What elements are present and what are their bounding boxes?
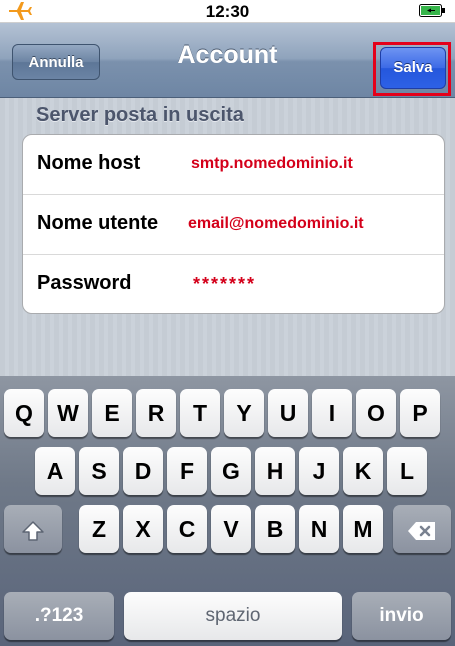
key-k[interactable]: K: [343, 447, 383, 495]
username-row[interactable]: Nome utente email@nomedominio.it: [23, 194, 444, 255]
key-e[interactable]: E: [92, 389, 132, 437]
username-label: Nome utente: [37, 212, 159, 234]
host-name-row[interactable]: Nome host smtp.nomedominio.it: [23, 135, 444, 195]
password-label: Password: [37, 272, 132, 294]
space-key[interactable]: spazio: [124, 592, 342, 640]
key-o[interactable]: O: [356, 389, 396, 437]
key-q[interactable]: Q: [4, 389, 44, 437]
section-title: Server posta in uscita: [36, 104, 244, 126]
key-t[interactable]: T: [180, 389, 220, 437]
key-u[interactable]: U: [268, 389, 308, 437]
key-h[interactable]: H: [255, 447, 295, 495]
outgoing-server-group: Nome host smtp.nomedominio.it Nome utent…: [22, 134, 445, 314]
key-y[interactable]: Y: [224, 389, 264, 437]
key-d[interactable]: D: [123, 447, 163, 495]
key-z[interactable]: Z: [79, 505, 119, 553]
password-field[interactable]: *******: [193, 274, 256, 295]
key-i[interactable]: I: [312, 389, 352, 437]
status-time: 12:30: [205, 2, 250, 21]
key-a[interactable]: A: [35, 447, 75, 495]
key-c[interactable]: C: [167, 505, 207, 553]
status-bar: 12:30: [0, 0, 455, 23]
key-j[interactable]: J: [299, 447, 339, 495]
key-n[interactable]: N: [299, 505, 339, 553]
key-g[interactable]: G: [211, 447, 251, 495]
shift-key[interactable]: [4, 505, 62, 553]
iphone-screen: 12:30 Annulla Account Salva Server posta…: [0, 0, 455, 646]
key-f[interactable]: F: [167, 447, 207, 495]
backspace-key[interactable]: [393, 505, 451, 553]
key-v[interactable]: V: [211, 505, 251, 553]
key-l[interactable]: L: [387, 447, 427, 495]
password-row[interactable]: Password *******: [23, 254, 444, 313]
key-w[interactable]: W: [48, 389, 88, 437]
shift-arrow-icon: [22, 521, 44, 541]
key-x[interactable]: X: [123, 505, 163, 553]
return-key[interactable]: invio: [352, 592, 451, 640]
backspace-icon: [408, 521, 435, 540]
key-s[interactable]: S: [79, 447, 119, 495]
username-field[interactable]: email@nomedominio.it: [188, 215, 364, 233]
on-screen-keyboard: Q W E R T Y U I O P A S D F G H J K L Z …: [0, 376, 455, 646]
key-m[interactable]: M: [343, 505, 383, 553]
battery-icon: [419, 4, 445, 17]
key-b[interactable]: B: [255, 505, 295, 553]
save-button[interactable]: Salva: [380, 47, 446, 89]
key-r[interactable]: R: [136, 389, 176, 437]
numbers-key[interactable]: .?123: [4, 592, 114, 640]
host-name-label: Nome host: [37, 152, 141, 174]
key-p[interactable]: P: [400, 389, 440, 437]
host-name-field[interactable]: smtp.nomedominio.it: [191, 155, 353, 173]
settings-content: Server posta in uscita Nome host smtp.no…: [0, 98, 455, 376]
